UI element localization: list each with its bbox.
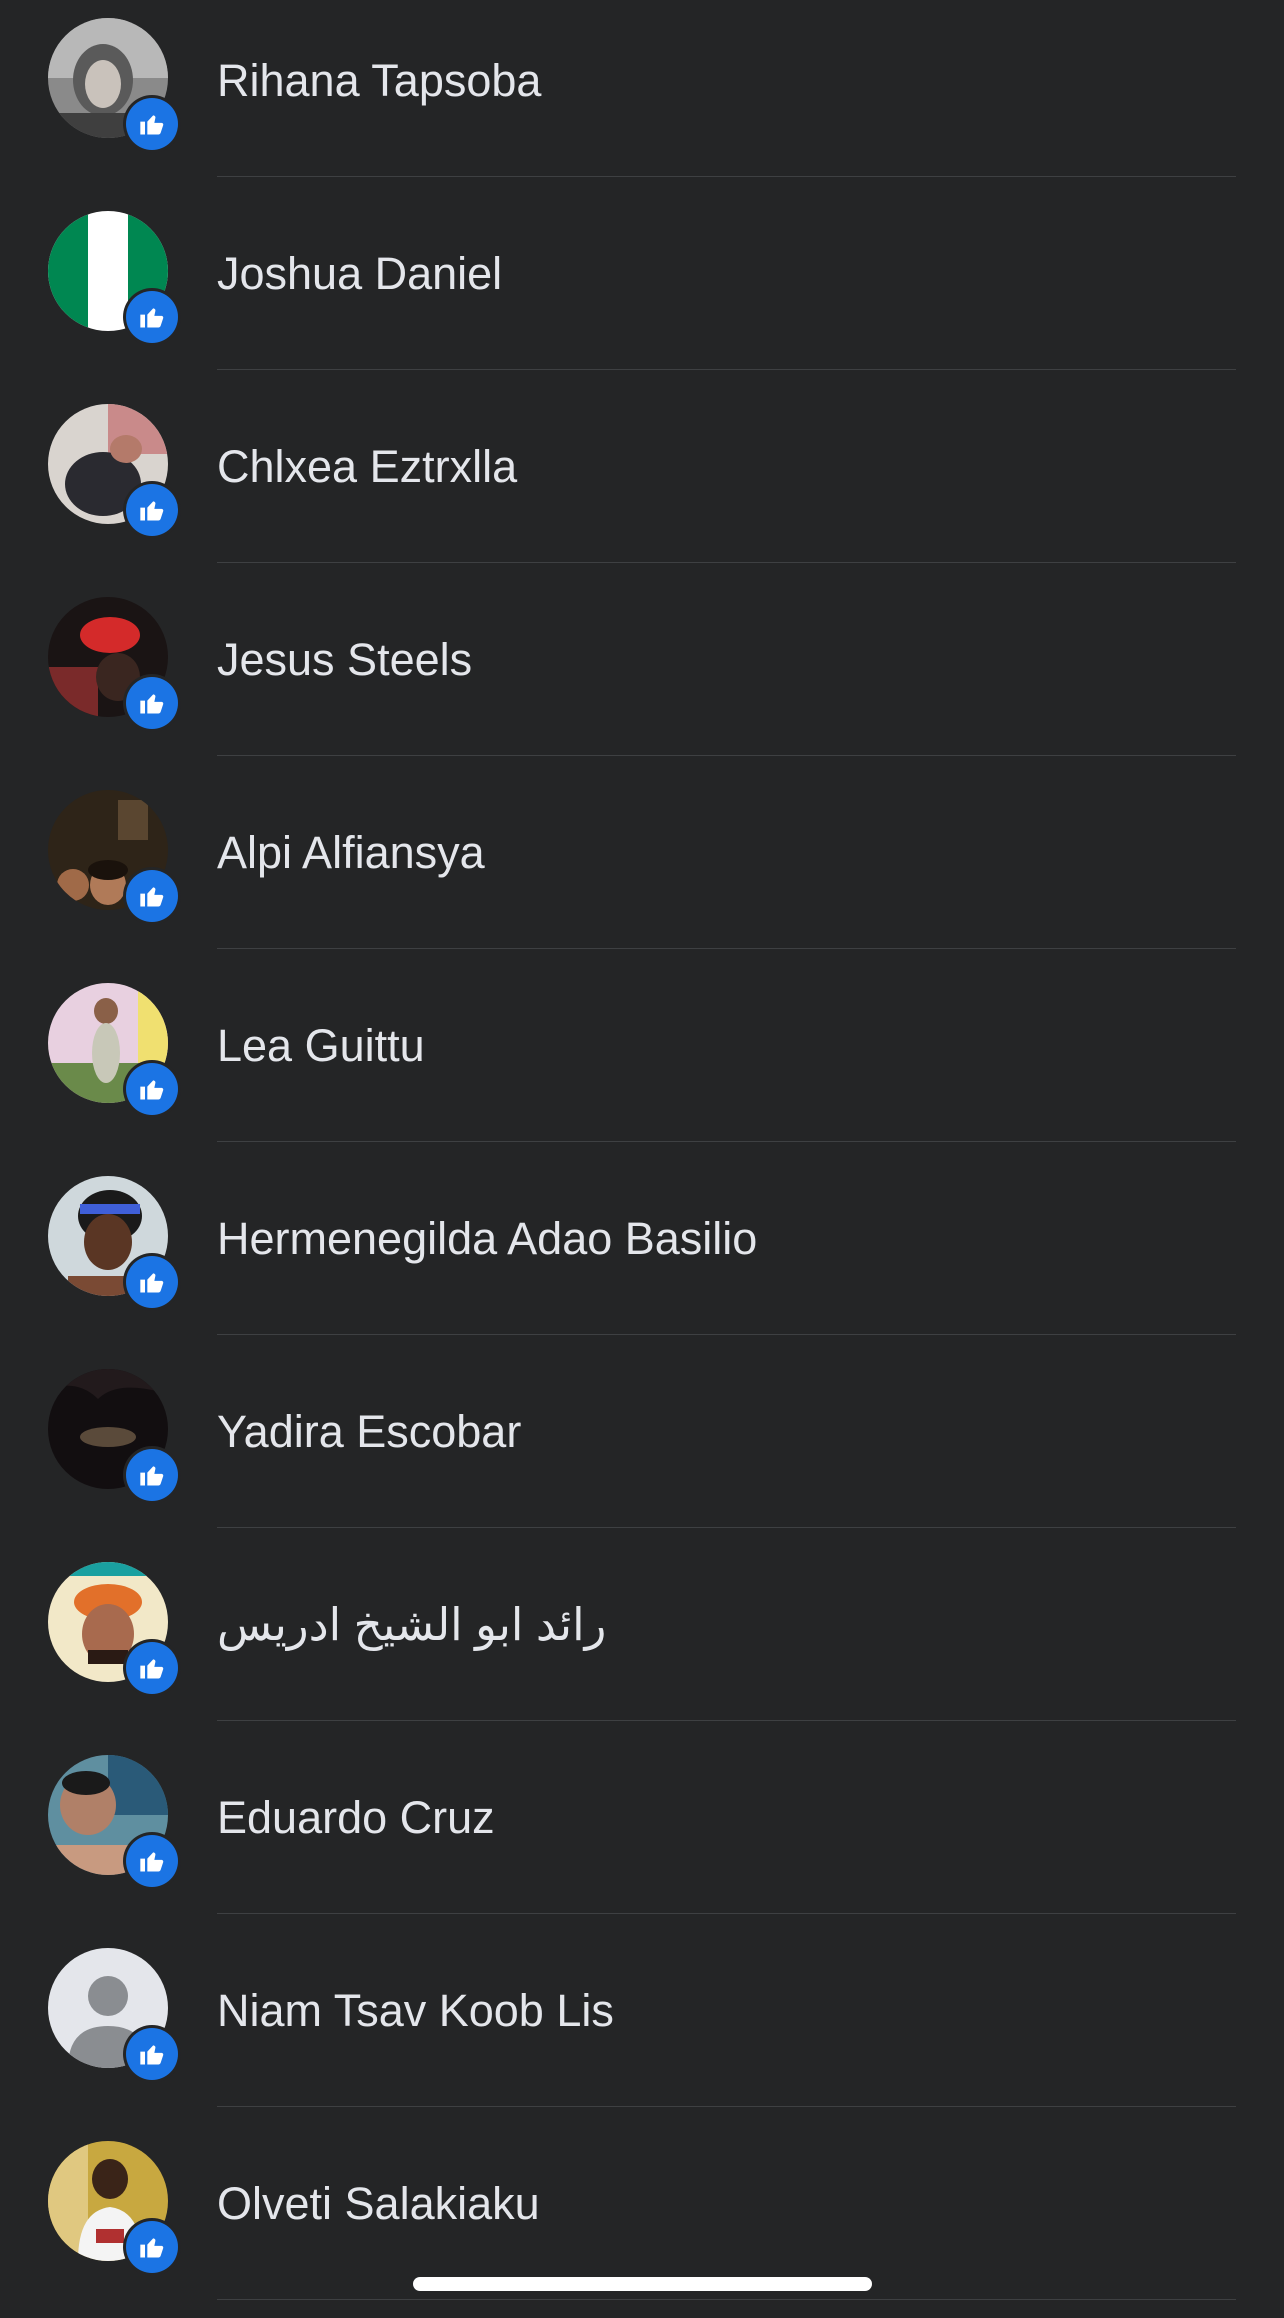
list-item[interactable]: Chlxea Eztrxlla: [0, 370, 1284, 563]
list-item[interactable]: Olveti Salakiaku: [0, 2107, 1284, 2300]
thumbs-up-icon: [126, 1063, 178, 1115]
list-item[interactable]: Joshua Daniel: [0, 177, 1284, 370]
thumbs-up-icon: [126, 2028, 178, 2080]
list-item[interactable]: Hermenegilda Adao Basilio: [0, 1142, 1284, 1335]
thumbs-up-icon: [126, 2221, 178, 2273]
thumbs-up-icon: [126, 1449, 178, 1501]
reactor-name[interactable]: Jesus Steels: [217, 635, 472, 685]
reactor-name[interactable]: Yadira Escobar: [217, 1407, 521, 1457]
list-item[interactable]: Jesus Steels: [0, 563, 1284, 756]
list-item[interactable]: Eduardo Cruz: [0, 1721, 1284, 1914]
reactor-name[interactable]: Joshua Daniel: [217, 249, 502, 299]
list-item[interactable]: Rihana Tapsoba: [0, 0, 1284, 177]
thumbs-up-icon: [126, 1835, 178, 1887]
thumbs-up-icon: [126, 677, 178, 729]
thumbs-up-icon: [126, 98, 178, 150]
thumbs-up-icon: [126, 870, 178, 922]
divider: [217, 2299, 1236, 2300]
reactor-name[interactable]: رائد ابو الشيخ ادريس: [217, 1600, 606, 1650]
thumbs-up-icon: [126, 291, 178, 343]
reactor-name[interactable]: Hermenegilda Adao Basilio: [217, 1214, 757, 1264]
reactor-name[interactable]: Niam Tsav Koob Lis: [217, 1986, 614, 2036]
reactor-name[interactable]: Eduardo Cruz: [217, 1793, 495, 1843]
thumbs-up-icon: [126, 1256, 178, 1308]
list-item[interactable]: Lea Guittu: [0, 949, 1284, 1142]
reactor-name[interactable]: Lea Guittu: [217, 1021, 425, 1071]
list-item[interactable]: Yadira Escobar: [0, 1335, 1284, 1528]
list-item[interactable]: Alpi Alfiansya: [0, 756, 1284, 949]
reactor-name[interactable]: Rihana Tapsoba: [217, 56, 541, 106]
reactor-name[interactable]: Chlxea Eztrxlla: [217, 442, 517, 492]
list-item[interactable]: رائد ابو الشيخ ادريس: [0, 1528, 1284, 1721]
reactions-list: Rihana Tapsoba Joshua Daniel Chlxea Eztr…: [0, 0, 1284, 2300]
thumbs-up-icon: [126, 1642, 178, 1694]
reactor-name[interactable]: Olveti Salakiaku: [217, 2179, 540, 2229]
home-indicator[interactable]: [413, 2277, 872, 2291]
reactor-name[interactable]: Alpi Alfiansya: [217, 828, 485, 878]
list-item[interactable]: Niam Tsav Koob Lis: [0, 1914, 1284, 2107]
thumbs-up-icon: [126, 484, 178, 536]
